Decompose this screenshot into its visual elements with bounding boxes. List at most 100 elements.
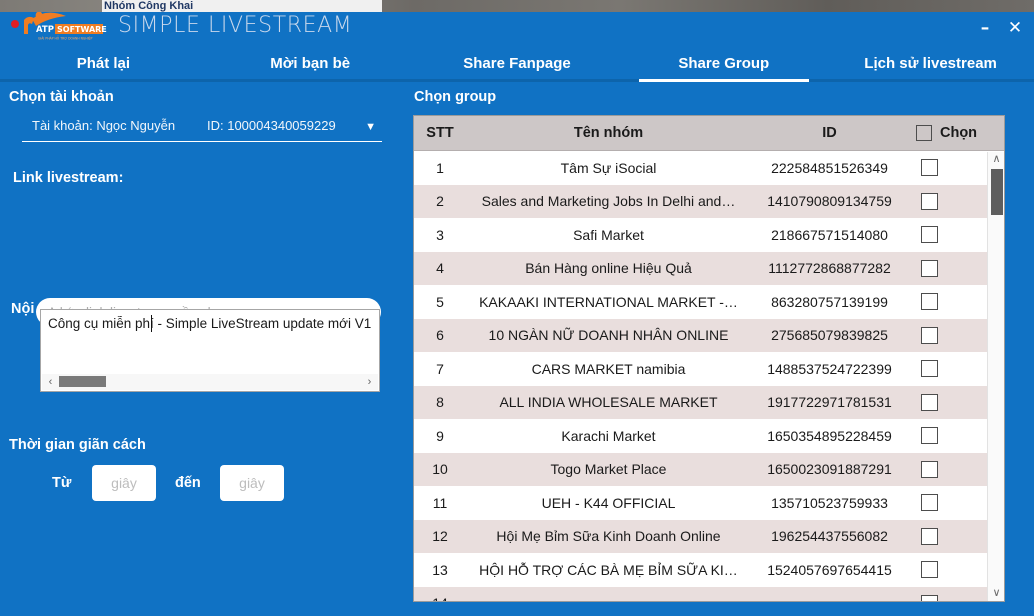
svg-text:SOFTWARE: SOFTWARE [57, 25, 107, 34]
text-cursor [151, 315, 152, 332]
cell-id: 275685079839825 [771, 327, 888, 344]
row-checkbox[interactable] [921, 159, 938, 177]
scroll-up-icon[interactable]: ∧ [988, 152, 1004, 167]
table-row[interactable]: 13 HỘI HỖ TRỢ CÁC BÀ MẸ BỈM SỮA KI… 152405… [414, 553, 1004, 587]
cell-id: 1488537524722399 [767, 360, 892, 377]
cell-ten-nhom: Safi Market [573, 226, 644, 243]
table-row[interactable]: 7 CARS MARKET namibia 1488537524722399 [414, 352, 1004, 386]
cell-stt: 11 [432, 494, 448, 511]
interval-from-input[interactable] [92, 465, 156, 501]
cell-id: 222584851526349 [771, 159, 888, 176]
cell-ten-nhom: Hội Mẹ Bỉm Sữa Kinh Doanh Online [496, 528, 721, 545]
row-checkbox[interactable] [921, 259, 938, 277]
table-row[interactable]: 5 KAKAAKI INTERNATIONAL MARKET -… 86328075… [414, 285, 1004, 319]
table-header-row: STT Tên nhóm ID Chọn [414, 116, 1004, 151]
cell-ten-nhom: Karachi Market [561, 427, 656, 444]
scrollbar-thumb[interactable] [59, 376, 106, 387]
table-row[interactable]: 10 Togo Market Place 1650023091887291 [414, 452, 1004, 486]
row-checkbox[interactable] [921, 326, 938, 344]
cell-ten-nhom: HỘI HỖ TRỢ CÁC BÀ MẸ BỈM SỮA KI… [479, 561, 738, 578]
cell-stt: 12 [432, 528, 448, 545]
account-id-value: ID: 100004340059229 [207, 118, 336, 133]
cell-ten-nhom: Sales and Marketing Jobs In Delhi and… [481, 193, 736, 210]
row-checkbox[interactable] [921, 527, 938, 545]
cell-id: 1410790809134759 [767, 193, 892, 210]
table-row[interactable]: 9 Karachi Market 1650354895228459 [414, 419, 1004, 453]
minimize-icon[interactable]: – [972, 16, 998, 40]
table-row[interactable]: 2 Sales and Marketing Jobs In Delhi and… 1… [414, 184, 1004, 218]
cell-stt: 6 [436, 327, 444, 344]
interval-to-input[interactable] [220, 465, 284, 501]
tab-share-group[interactable]: Share Group [620, 44, 827, 82]
scrollbar-thumb[interactable] [991, 169, 1003, 215]
noi-dung-horizontal-scrollbar[interactable]: ‹ › [42, 374, 378, 390]
application-window: ATP SOFTWARE GIẢI PHÁP HỖ TRỢ DOANH NGHI… [0, 12, 1034, 616]
scroll-down-icon[interactable]: ∨ [988, 586, 1004, 601]
cell-ten-nhom: Bán Hàng online Hiệu Quả [525, 260, 692, 277]
tab-bar: Phát lại Mời bạn bè Share Fanpage Share … [0, 44, 1034, 82]
tab-moi-ban-be[interactable]: Mời bạn bè [207, 44, 414, 82]
row-checkbox[interactable] [921, 393, 938, 411]
cell-id: 218667571514080 [771, 226, 888, 243]
interval-section-title: Thời gian giãn cách [9, 437, 146, 453]
row-checkbox[interactable] [921, 226, 938, 244]
table-row[interactable]: 12 Hội Mẹ Bỉm Sữa Kinh Doanh Online 196254… [414, 519, 1004, 553]
right-panel: Chọn group STT Tên nhóm ID Chọn 1 Tâm Sự … [405, 82, 1034, 613]
scroll-right-icon[interactable]: › [363, 375, 376, 389]
row-checkbox[interactable] [921, 360, 938, 378]
link-livestream-label: Link livestream: [13, 170, 124, 186]
table-vertical-scrollbar[interactable]: ∧ ∨ [987, 152, 1004, 601]
cell-ten-nhom: KAKAAKI INTERNATIONAL MARKET -… [479, 293, 738, 310]
table-row[interactable]: 8 ALL INDIA WHOLESALE MARKET 1917722971781… [414, 385, 1004, 419]
cell-stt: 8 [436, 394, 444, 411]
table-row[interactable]: 4 Bán Hàng online Hiệu Quả 111277286887728… [414, 251, 1004, 285]
interval-from-label: Từ [52, 475, 72, 491]
content-area: Chọn tài khoản Tài khoản: Ngọc Nguyễn ID… [0, 82, 1034, 613]
account-name-value: Tài khoản: Ngọc Nguyễn [32, 118, 176, 133]
cell-ten-nhom: CARS MARKET namibia [531, 360, 686, 377]
table-row[interactable]: 3 Safi Market 218667571514080 [414, 218, 1004, 252]
cell-id: 863280757139199 [771, 293, 888, 310]
row-checkbox[interactable] [921, 494, 938, 512]
cell-ten-nhom: UEH - K44 OFFICIAL [541, 494, 676, 511]
cell-ten-nhom: Togo Market Place [550, 461, 667, 478]
row-checkbox[interactable] [921, 594, 938, 601]
table-row[interactable]: 11 UEH - K44 OFFICIAL 135710523759933 [414, 486, 1004, 520]
cell-id: 1524057697654415 [767, 561, 892, 578]
tab-phat-lai[interactable]: Phát lại [0, 44, 207, 82]
scroll-left-icon[interactable]: ‹ [44, 375, 57, 389]
noi-dung-textarea[interactable]: Công cụ miễn phí - Simple LiveStream upd… [40, 309, 380, 392]
row-checkbox[interactable] [921, 293, 938, 311]
cell-stt: 2 [436, 193, 444, 210]
table-row[interactable]: 1 Tâm Sự iSocial 222584851526349 [414, 151, 1004, 185]
row-checkbox[interactable] [921, 561, 938, 579]
cell-id: 196254437556082 [771, 528, 888, 545]
close-icon[interactable]: ✕ [1002, 16, 1028, 40]
account-section-title: Chọn tài khoản [9, 89, 114, 105]
table-row[interactable]: 14 [414, 586, 1004, 601]
cell-ten-nhom: ALL INDIA WHOLESALE MARKET [499, 394, 718, 411]
column-header-chon-label: Chọn [940, 125, 978, 141]
group-section-title: Chọn group [414, 89, 497, 105]
cell-id: 1650354895228459 [767, 427, 892, 444]
cell-stt: 5 [436, 293, 444, 310]
left-panel: Chọn tài khoản Tài khoản: Ngọc Nguyễn ID… [0, 82, 405, 613]
title-bar: ATP SOFTWARE GIẢI PHÁP HỖ TRỢ DOANH NGHI… [0, 12, 1034, 44]
account-dropdown[interactable]: Tài khoản: Ngọc Nguyễn ID: 1000043400592… [22, 116, 382, 142]
cell-stt: 3 [436, 226, 444, 243]
row-checkbox[interactable] [921, 192, 938, 210]
interval-to-label: đến [175, 475, 201, 491]
tab-share-fanpage[interactable]: Share Fanpage [414, 44, 621, 82]
cell-ten-nhom: 10 NGÀN NỮ DOANH NHÂN ONLINE [488, 327, 729, 344]
app-title: SIMPLE LIVESTREAM [118, 13, 353, 38]
table-body: 1 Tâm Sự iSocial 222584851526349 2 Sales and… [414, 151, 1004, 601]
row-checkbox[interactable] [921, 460, 938, 478]
column-header-stt: STT [426, 125, 454, 141]
cell-stt: 13 [432, 561, 448, 578]
row-checkbox[interactable] [921, 427, 938, 445]
table-row[interactable]: 6 10 NGÀN NỮ DOANH NHÂN ONLINE 27568507983… [414, 318, 1004, 352]
select-all-checkbox[interactable] [916, 125, 932, 141]
cell-stt: 9 [436, 427, 444, 444]
tab-lich-su-livestream[interactable]: Lịch sử livestream [827, 44, 1034, 82]
noi-dung-value: Công cụ miễn phí - Simple LiveStream upd… [48, 316, 372, 331]
